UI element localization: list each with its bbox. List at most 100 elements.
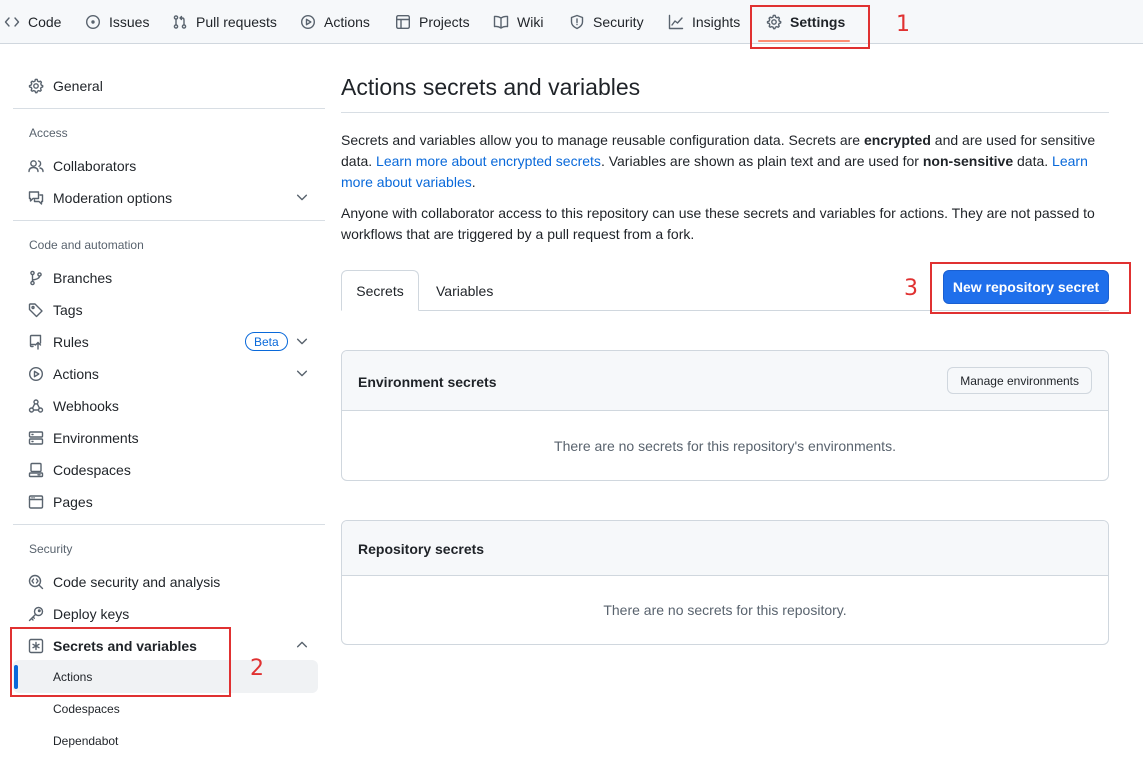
sidebar-subitem-dependabot[interactable]: Dependabot [53,734,118,748]
beta-badge: Beta [245,332,288,351]
sidebar-item-rules[interactable]: Rules [28,330,89,354]
sidebar-item-label: Rules [53,334,89,350]
sidebar-item-label: General [53,78,103,94]
sidebar-item-moderation[interactable]: Moderation options [28,186,172,210]
tab-actions[interactable]: Actions [300,0,370,44]
sidebar-item-codespaces[interactable]: Codespaces [28,458,131,482]
sidebar-item-label: Environments [53,430,139,446]
gear-icon [28,78,44,94]
pull-request-icon [173,15,187,29]
tab-label: Projects [419,14,470,30]
tab-variables[interactable]: Variables [436,270,493,311]
codespaces-icon [28,462,44,478]
server-icon [28,431,44,445]
text-bold: encrypted [863,132,931,148]
repo-nav: Code Issues Pull requests Actions Projec… [0,0,1143,44]
sidebar-item-general[interactable]: General [28,74,103,98]
panel-header: Environment secrets Manage environments [342,351,1108,411]
text: Secrets and variables allow you to manag… [341,132,864,148]
repository-secrets-empty: There are no secrets for this repository… [603,602,847,618]
tab-security[interactable]: Security [569,0,644,44]
tab-code[interactable]: Code [4,0,61,44]
annotation-box-1 [750,5,870,49]
text: . Variables are shown as plain text and … [600,153,923,169]
title-divider [341,112,1109,113]
repo-push-icon [29,334,42,350]
sidebar-item-pages[interactable]: Pages [28,490,93,514]
tab-label: Code [28,14,62,30]
sidebar-item-actions[interactable]: Actions [28,362,99,386]
tab-label: Insights [692,14,741,30]
table-icon [396,15,411,30]
learn-more-secrets-link[interactable]: Learn more about encrypted secrets [376,153,601,169]
sidebar-item-label: Branches [53,270,113,286]
tab-issues[interactable]: Issues [85,0,149,44]
tab-pull-requests[interactable]: Pull requests [172,0,277,44]
text: . [471,174,476,190]
sidebar-divider [13,524,325,525]
annotation-box-3 [930,262,1131,314]
sidebar-item-label: Tags [53,302,83,318]
sidebar-item-code-security[interactable]: Code security and analysis [28,570,220,594]
code-icon [4,17,20,27]
panel-header: Repository secrets [342,521,1108,576]
text-bold: non-sensitive [922,153,1014,169]
sidebar-item-webhooks[interactable]: Webhooks [28,394,119,418]
play-icon [300,14,316,30]
environment-secrets-panel: Environment secrets Manage environments … [341,350,1109,481]
text: data. [1013,153,1053,169]
sidebar-subitem-codespaces[interactable]: Codespaces [53,702,120,716]
tag-icon [28,303,43,318]
chevron-up-icon[interactable] [295,638,309,652]
tab-secrets[interactable]: Secrets [341,270,419,311]
description-paragraph: Secrets and variables allow you to manag… [341,130,1111,193]
annotation-box-2 [10,627,231,697]
key-icon [28,606,44,622]
sidebar-item-branches[interactable]: Branches [28,266,112,290]
repository-secrets-panel: Repository secrets There are no secrets … [341,520,1109,645]
graph-icon [668,14,684,30]
chevron-down-icon[interactable] [295,366,309,380]
sidebar-item-label: Actions [53,366,99,382]
tab-projects[interactable]: Projects [395,0,470,44]
issue-icon [85,14,101,30]
sidebar-item-collaborators[interactable]: Collaborators [28,154,136,178]
codescan-icon [28,574,44,590]
play-icon [28,366,44,382]
sidebar-item-label: Webhooks [53,398,119,414]
tab-label: Security [593,14,644,30]
annotation-number-3: 3 [904,276,918,301]
sidebar-item-tags[interactable]: Tags [28,298,83,322]
annotation-number-2: 2 [250,656,264,681]
sidebar-item-label: Pages [53,494,93,510]
manage-environments-button[interactable]: Manage environments [947,367,1092,394]
sidebar-item-label: Collaborators [53,158,137,174]
tab-label: Issues [109,14,150,30]
sidebar-item-deploy-keys[interactable]: Deploy keys [28,602,129,626]
sidebar-item-environments[interactable]: Environments [28,426,139,450]
environment-secrets-empty: There are no secrets for this repository… [554,437,896,454]
tab-label: Actions [324,14,370,30]
git-branch-icon [30,270,42,286]
sidebar-item-label: Deploy keys [53,606,130,622]
people-icon [28,160,44,173]
annotation-number-1: 1 [896,12,910,37]
sidebar-item-label: Moderation options [53,190,173,206]
browser-icon [28,495,44,509]
book-icon [493,15,509,29]
environment-secrets-title: Environment secrets [358,374,497,390]
repository-secrets-title: Repository secrets [358,541,485,557]
sidebar-item-label: Codespaces [53,462,131,478]
chevron-down-icon[interactable] [295,334,309,348]
webhook-icon [28,399,44,413]
collaborator-note: Anyone with collaborator access to this … [341,205,1095,242]
tab-wiki[interactable]: Wiki [493,0,543,44]
tab-insights[interactable]: Insights [668,0,740,44]
chevron-down-icon[interactable] [295,190,309,204]
sidebar-divider [13,220,325,221]
comment-discussion-icon [28,191,44,205]
tab-label: Pull requests [196,14,277,30]
shield-icon [570,14,584,30]
sidebar-heading-security: Security [29,542,73,556]
sidebar-heading-code-automation: Code and automation [29,238,144,252]
